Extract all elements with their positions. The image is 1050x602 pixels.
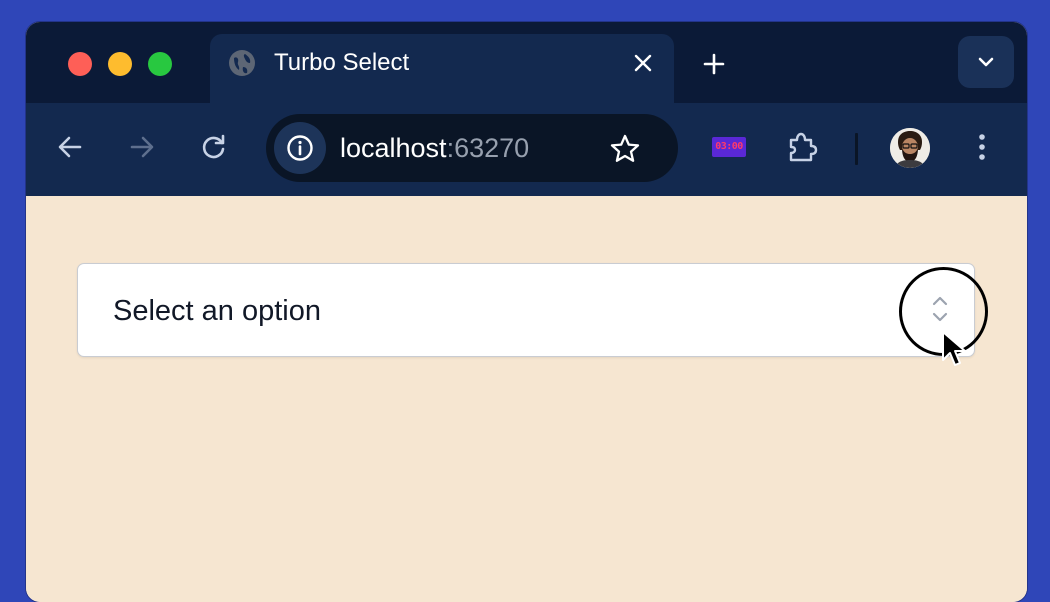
plus-icon — [703, 53, 725, 75]
url-port: :63270 — [446, 133, 530, 163]
browser-menu-button[interactable] — [962, 127, 1002, 167]
chevron-down-icon — [978, 57, 994, 67]
globe-icon — [228, 49, 256, 77]
avatar-image — [890, 128, 930, 168]
new-tab-button[interactable] — [696, 46, 732, 82]
arrow-right-icon — [130, 136, 154, 158]
extensions-button[interactable] — [782, 127, 822, 167]
address-bar[interactable]: localhost:63270 — [266, 114, 678, 182]
info-icon — [287, 135, 313, 161]
toolbar-divider — [855, 133, 858, 165]
kebab-menu-icon — [979, 134, 985, 160]
puzzle-icon — [789, 132, 818, 162]
browser-window: Turbo Select localhost:63270 03:00 Selec… — [26, 22, 1027, 602]
select-placeholder: Select an option — [113, 295, 321, 327]
reload-icon — [202, 134, 225, 159]
bookmark-button[interactable] — [606, 130, 644, 168]
back-button[interactable] — [50, 127, 90, 167]
reload-button[interactable] — [194, 127, 234, 167]
maximize-window-button[interactable] — [148, 52, 172, 76]
forward-button[interactable] — [122, 127, 162, 167]
url-text: localhost:63270 — [340, 132, 529, 164]
close-tab-icon[interactable] — [628, 48, 658, 78]
close-window-button[interactable] — [68, 52, 92, 76]
clock-extension-button[interactable]: 03:00 — [712, 137, 746, 157]
tab-title: Turbo Select — [274, 49, 410, 76]
tab-turbo-select[interactable]: Turbo Select — [210, 34, 674, 103]
star-icon — [610, 134, 640, 162]
site-info-button[interactable] — [274, 122, 326, 174]
tab-search-button[interactable] — [958, 36, 1014, 88]
minimize-window-button[interactable] — [108, 52, 132, 76]
url-host: localhost — [340, 133, 447, 163]
page-content: Select an option — [26, 196, 1027, 602]
chevron-up-down-icon — [928, 292, 952, 326]
arrow-left-icon — [58, 136, 82, 158]
profile-avatar[interactable] — [890, 128, 930, 168]
browser-toolbar: localhost:63270 03:00 — [26, 103, 1027, 196]
tab-strip: Turbo Select — [26, 22, 1027, 103]
option-select[interactable]: Select an option — [77, 263, 975, 357]
